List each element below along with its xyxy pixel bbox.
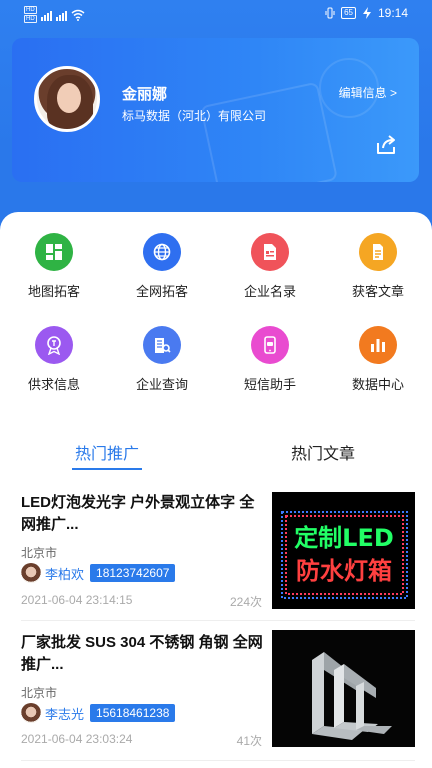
- edit-info-link[interactable]: 编辑信息 >: [339, 84, 397, 101]
- battery-icon: 65: [341, 7, 356, 19]
- list-item[interactable]: 厂家批发 SUS 304 不锈钢 角钢 全网推广... 北京市 李志光 1561…: [0, 630, 432, 764]
- signal-icon: [40, 9, 52, 21]
- sms-icon: [251, 326, 289, 364]
- article-time: 2021-06-04 23:14:15: [21, 593, 133, 607]
- tab-hot-articles[interactable]: 热门文章: [248, 440, 398, 464]
- data-chart-icon: [359, 326, 397, 364]
- profile-card[interactable]: 金丽娜 标马数据（河北）有限公司 编辑信息 >: [12, 38, 419, 182]
- article-title: LED灯泡发光字 户外景观立体字 全网推广...: [21, 494, 255, 533]
- led-sign-text-bottom: 防水灯箱: [296, 557, 392, 585]
- led-sign-text-top: 定制LED: [294, 524, 394, 552]
- sim2-label: HD: [24, 15, 37, 23]
- grid-label: 地图拓客: [27, 284, 80, 299]
- grid-item-company-directory[interactable]: 企业名录: [216, 233, 324, 300]
- wifi-icon: [71, 9, 85, 21]
- charging-icon: [362, 7, 371, 19]
- article-views: 41次: [236, 734, 262, 748]
- grid-item-lead-articles[interactable]: 获客文章: [324, 233, 432, 300]
- article-time: 2021-06-04 23:03:24: [21, 732, 133, 746]
- vibrate-icon: [325, 7, 335, 19]
- tab-hot-promotion[interactable]: 热门推广: [32, 440, 182, 464]
- article-city: 北京市: [21, 686, 58, 700]
- status-right: 65 19:14: [325, 6, 408, 20]
- share-icon[interactable]: [375, 134, 397, 156]
- article-city: 北京市: [21, 546, 58, 560]
- author-name: 李志光: [45, 706, 85, 722]
- grid-label: 全网拓客: [135, 284, 188, 299]
- grid-item-web-prospecting[interactable]: 全网拓客: [108, 233, 216, 300]
- phone-badge[interactable]: 18123742607: [90, 564, 176, 582]
- grid-item-map-prospecting[interactable]: 地图拓客: [0, 233, 108, 300]
- feature-grid: 地图拓客 全网拓客 企业名录 获客文章 供求信息 企业查询 短信助手 数据中心: [0, 233, 432, 393]
- status-left: HD HD: [24, 6, 85, 23]
- grid-item-company-search[interactable]: 企业查询: [108, 326, 216, 393]
- map-icon: [35, 233, 73, 271]
- grid-item-data-center[interactable]: 数据中心: [324, 326, 432, 393]
- grid-label: 获客文章: [351, 284, 404, 299]
- status-bar: HD HD 65 19:14: [0, 0, 432, 28]
- grid-item-sms-assistant[interactable]: 短信助手: [216, 326, 324, 393]
- grid-label: 企业查询: [135, 377, 188, 392]
- content-tabs: 热门推广 热门文章: [0, 440, 432, 476]
- phone-badge[interactable]: 15618461238: [90, 704, 176, 722]
- sim-indicators: HD HD: [24, 6, 37, 23]
- grid-label: 供求信息: [27, 377, 80, 392]
- directory-icon: [251, 233, 289, 271]
- grid-label: 短信助手: [243, 377, 296, 392]
- user-name: 金丽娜: [122, 86, 168, 103]
- supply-icon: [35, 326, 73, 364]
- grid-item-supply-demand[interactable]: 供求信息: [0, 326, 108, 393]
- article-author: 李柏欢 18123742607: [21, 563, 176, 583]
- list-item[interactable]: LED灯泡发光字 户外景观立体字 全网推广... 北京市 李柏欢 1812374…: [0, 492, 432, 624]
- grid-label: 企业名录: [243, 284, 296, 299]
- avatar: [21, 703, 41, 723]
- article-image[interactable]: 定制LED 防水灯箱: [272, 492, 415, 609]
- card-decoration: [199, 81, 339, 182]
- company-name: 标马数据（河北）有限公司: [122, 109, 267, 123]
- avatar: [21, 563, 41, 583]
- article-title: 厂家批发 SUS 304 不锈钢 角钢 全网推广...: [21, 634, 263, 673]
- sim1-label: HD: [24, 6, 37, 14]
- grid-label: 数据中心: [351, 377, 404, 392]
- tab-active-indicator: [72, 468, 142, 470]
- signal2-icon: [55, 9, 67, 21]
- clock: 19:14: [377, 6, 408, 20]
- article-image[interactable]: [272, 630, 415, 747]
- article-icon: [359, 233, 397, 271]
- author-name: 李柏欢: [45, 566, 85, 582]
- divider: [21, 620, 415, 621]
- article-author: 李志光 15618461238: [21, 703, 176, 723]
- globe-icon: [143, 233, 181, 271]
- article-views: 224次: [229, 595, 262, 609]
- avatar[interactable]: [34, 66, 100, 132]
- divider: [21, 760, 415, 761]
- company-search-icon: [143, 326, 181, 364]
